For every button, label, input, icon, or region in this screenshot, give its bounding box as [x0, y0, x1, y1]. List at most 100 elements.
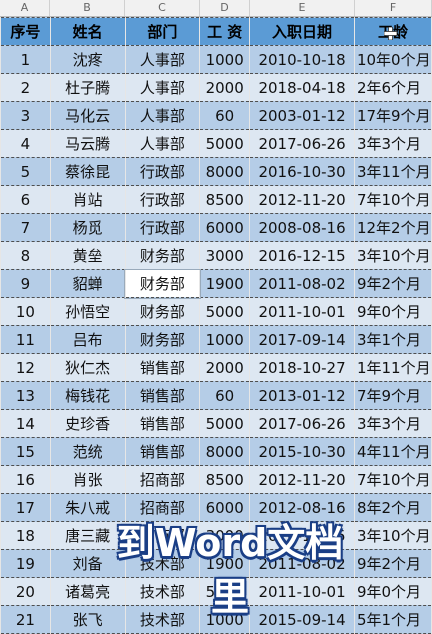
cell-salary[interactable]: 8000 [199, 437, 251, 466]
cell-seniority[interactable]: 3年3个月 [353, 409, 432, 438]
cell-name[interactable]: 狄仁杰 [49, 353, 126, 382]
cell-index[interactable]: 14 [0, 409, 51, 438]
cell-salary[interactable]: 6000 [199, 213, 251, 242]
cell-seniority[interactable]: 12年2个月 [353, 213, 432, 242]
cell-name[interactable]: 沈疼 [49, 45, 126, 74]
cell-seniority[interactable]: 3年1个月 [353, 325, 432, 354]
cell-seniority[interactable]: 1年11个月 [353, 353, 432, 382]
cell-salary[interactable]: 60 [199, 381, 251, 410]
cell-name[interactable]: 史珍香 [49, 409, 126, 438]
cell-seniority[interactable]: 4年11个月 [353, 437, 432, 466]
cell-department[interactable]: 行政部 [124, 185, 201, 214]
cell-salary[interactable]: 5000 [199, 409, 251, 438]
cell-department[interactable]: 财务部 [124, 325, 201, 354]
cell-department[interactable]: 人事部 [124, 45, 201, 74]
cell-hire-date[interactable]: 2017-06-26 [249, 129, 355, 158]
cell-name[interactable]: 肖张 [49, 465, 126, 494]
cell-index[interactable]: 2 [0, 73, 51, 102]
cell-hire-date[interactable]: 2016-10-30 [249, 157, 355, 186]
cell-salary[interactable]: 2000 [199, 353, 251, 382]
cell-index[interactable]: 7 [0, 213, 51, 242]
column-header-a[interactable]: A [0, 0, 50, 16]
column-header-f[interactable]: F [355, 0, 432, 16]
cell-name[interactable]: 吕布 [49, 325, 126, 354]
cell-seniority[interactable]: 9年0个月 [353, 297, 432, 326]
cell-department[interactable]: 财务部 [124, 241, 201, 270]
cell-index[interactable]: 10 [0, 297, 51, 326]
cell-hire-date[interactable]: 2013-01-12 [249, 381, 355, 410]
cell-seniority[interactable]: 3年10个月 [353, 521, 432, 550]
cell-index[interactable]: 5 [0, 157, 51, 186]
cell-department[interactable]: 技术部 [124, 577, 201, 606]
cell-hire-date[interactable]: 2018-04-18 [249, 73, 355, 102]
cell-index[interactable]: 1 [0, 45, 51, 74]
cell-hire-date[interactable]: 2017-09-14 [249, 325, 355, 354]
cell-hire-date[interactable]: 2012-11-20 [249, 465, 355, 494]
cell-seniority[interactable]: 9年2个月 [353, 269, 432, 298]
cell-seniority[interactable]: 3年11个月 [353, 157, 432, 186]
header-cell-hire-date[interactable]: 入职日期 [249, 17, 355, 46]
cell-index[interactable]: 12 [0, 353, 51, 382]
cell-name[interactable]: 孙悟空 [49, 297, 126, 326]
cell-index[interactable]: 16 [0, 465, 51, 494]
cell-name[interactable]: 肖站 [49, 185, 126, 214]
column-header-e[interactable]: E [250, 0, 355, 16]
cell-department[interactable]: 技术部 [124, 605, 201, 634]
cell-hire-date[interactable]: 2018-10-27 [249, 353, 355, 382]
cell-department[interactable]: 行政部 [124, 213, 201, 242]
cell-hire-date[interactable]: 2012-11-20 [249, 185, 355, 214]
selected-cell[interactable]: 财务部 [124, 268, 201, 299]
cell-index[interactable]: 4 [0, 129, 51, 158]
header-cell-index[interactable]: 序号 [0, 17, 51, 46]
cell-salary[interactable]: 2000 [199, 73, 251, 102]
cell-hire-date[interactable]: 2011-10-01 [249, 577, 355, 606]
cell-hire-date[interactable]: 2015-09-14 [249, 605, 355, 634]
cell-salary[interactable]: 1000 [199, 325, 251, 354]
cell-hire-date[interactable]: 2010-10-18 [249, 45, 355, 74]
cell-salary[interactable]: 5000 [199, 297, 251, 326]
cell-department[interactable]: 销售部 [124, 409, 201, 438]
cell-name[interactable]: 马云腾 [49, 129, 126, 158]
cell-department[interactable]: 销售部 [124, 353, 201, 382]
cell-department[interactable]: 销售部 [124, 437, 201, 466]
cell-department[interactable]: 行政部 [124, 157, 201, 186]
cell-name[interactable]: 杨觅 [49, 213, 126, 242]
cell-seniority[interactable]: 9年2个月 [353, 549, 432, 578]
cell-name[interactable]: 马化云 [49, 101, 126, 130]
header-cell-salary[interactable]: 工 资 [199, 17, 251, 46]
cell-index[interactable]: 21 [0, 605, 51, 634]
cell-name[interactable]: 蔡徐昆 [49, 157, 126, 186]
cell-salary[interactable]: 8000 [199, 157, 251, 186]
cell-seniority[interactable]: 7年10个月 [353, 465, 432, 494]
cell-index[interactable]: 20 [0, 577, 51, 606]
cell-index[interactable]: 19 [0, 549, 51, 578]
cell-hire-date[interactable]: 2011-10-01 [249, 297, 355, 326]
cell-seniority[interactable]: 7年10个月 [353, 185, 432, 214]
header-cell-name[interactable]: 姓名 [49, 17, 126, 46]
column-header-d[interactable]: D [200, 0, 250, 16]
cell-index[interactable]: 3 [0, 101, 51, 130]
cell-salary[interactable]: 60 [199, 101, 251, 130]
cell-name[interactable]: 杜子腾 [49, 73, 126, 102]
cell-salary[interactable]: 8500 [199, 465, 251, 494]
cell-salary[interactable]: 1000 [199, 45, 251, 74]
cell-index[interactable]: 9 [0, 269, 51, 298]
cell-seniority[interactable]: 17年9个月 [353, 101, 432, 130]
cell-name[interactable]: 范统 [49, 437, 126, 466]
cell-hire-date[interactable]: 2016-12-15 [249, 241, 355, 270]
cell-department[interactable]: 人事部 [124, 129, 201, 158]
cell-name[interactable]: 黄垒 [49, 241, 126, 270]
cell-name[interactable]: 诸葛亮 [49, 577, 126, 606]
cell-index[interactable]: 8 [0, 241, 51, 270]
cell-index[interactable]: 6 [0, 185, 51, 214]
cell-hire-date[interactable]: 2011-08-02 [249, 269, 355, 298]
cell-index[interactable]: 13 [0, 381, 51, 410]
cell-hire-date[interactable]: 2015-10-30 [249, 437, 355, 466]
cell-department[interactable]: 销售部 [124, 381, 201, 410]
cell-salary[interactable]: 5000 [199, 129, 251, 158]
cell-department[interactable]: 人事部 [124, 101, 201, 130]
cell-hire-date[interactable]: 2003-01-12 [249, 101, 355, 130]
cell-seniority[interactable]: 7年9个月 [353, 381, 432, 410]
cell-seniority[interactable]: 5年1个月 [353, 605, 432, 634]
cell-hire-date[interactable]: 2008-08-16 [249, 213, 355, 242]
